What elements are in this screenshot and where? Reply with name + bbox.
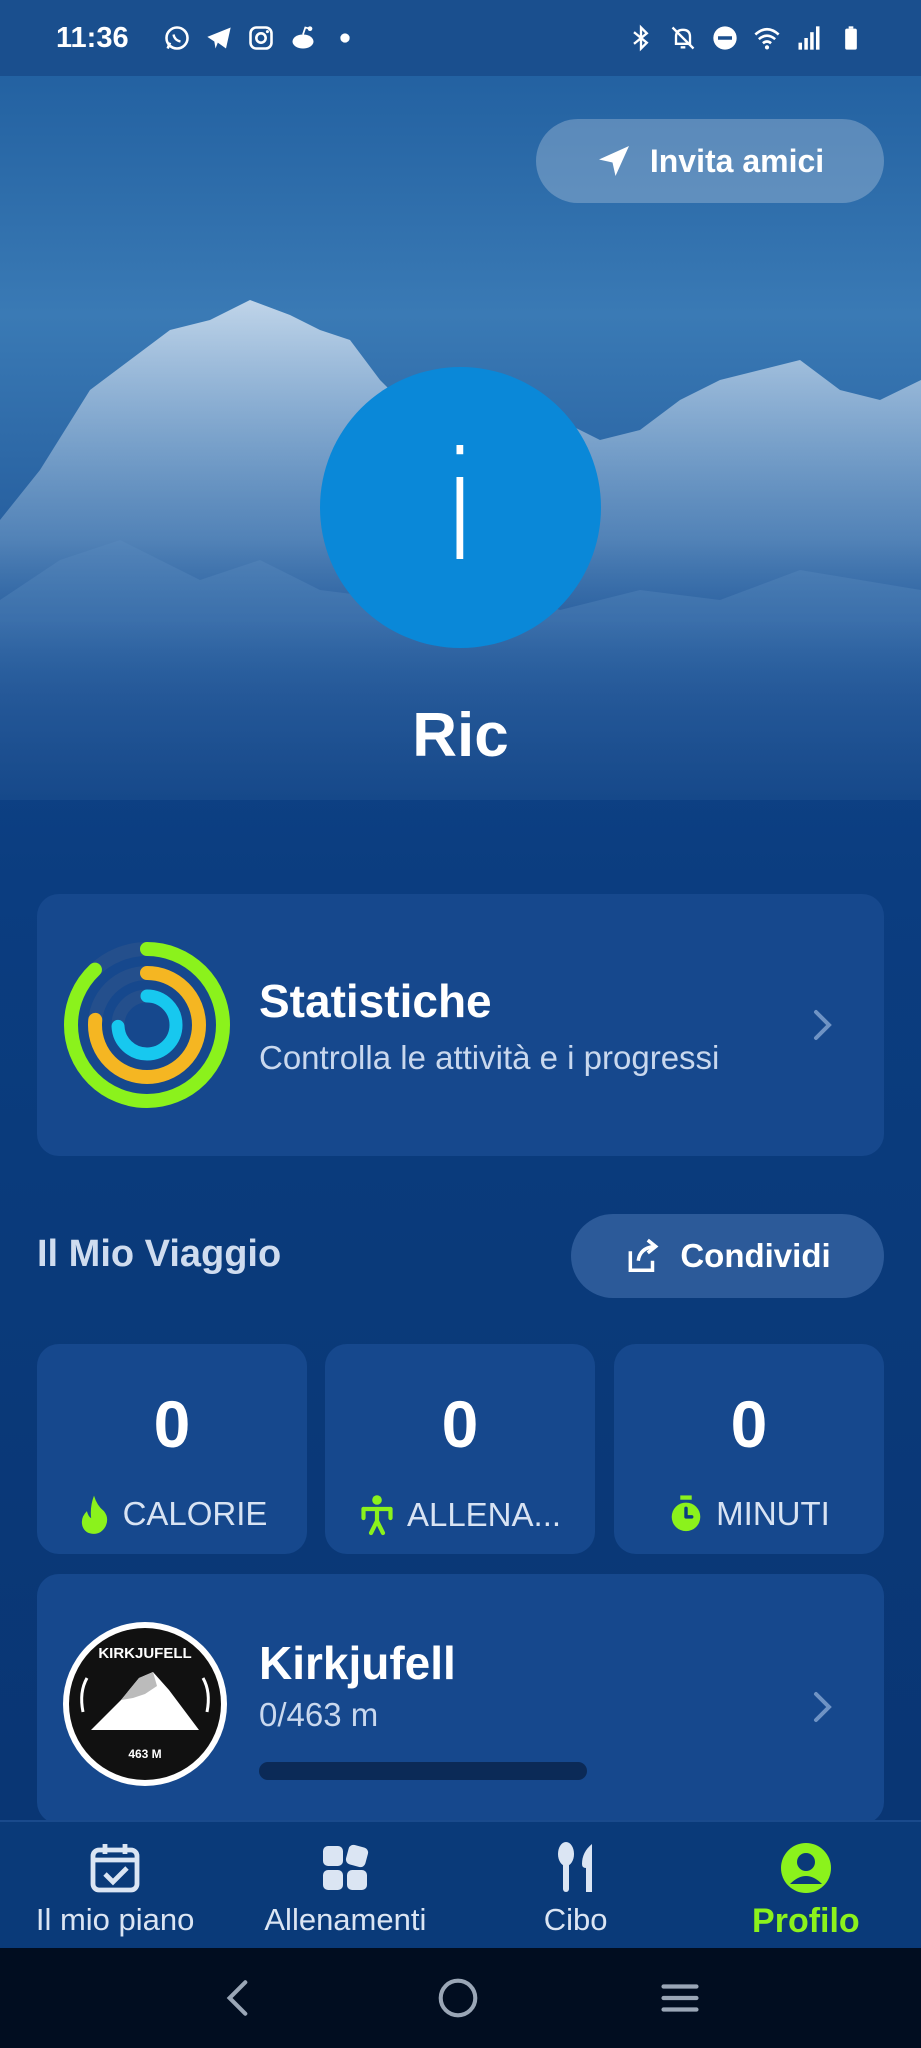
signal-icon [798,26,820,50]
mountain-progress-bar [259,1762,587,1780]
whatsapp-icon [164,26,189,50]
flame-icon [81,1495,107,1534]
nav-label-food: Cibo [543,1902,608,1937]
minutes-label-row: MINUTI [614,1494,884,1534]
nav-item-my-plan[interactable]: Il mio piano [0,1822,230,1948]
telegram-icon [206,27,231,49]
workouts-label: ALLENA... [406,1496,562,1533]
recents-icon[interactable] [657,1978,703,2018]
nav-item-workouts[interactable]: Allenamenti [230,1822,460,1948]
share-label: Condividi [680,1237,831,1274]
minutes-value: 0 [730,1387,768,1461]
badge-top-text: KIRKJUFELL [98,1645,191,1662]
dnd-icon [713,26,737,50]
dot-icon [339,33,350,43]
calories-metric-card: 0 CALORIE [37,1344,307,1554]
invite-friends-button[interactable]: Invita amici [536,119,884,203]
calories-label: CALORIE [122,1495,268,1532]
home-icon[interactable] [436,1976,480,2020]
nav-item-profile[interactable]: Profilo [691,1822,921,1948]
avatar-letter: i [439,420,482,595]
statistics-subtitle: Controlla le attività e i progressi [259,1039,720,1076]
instagram-icon [248,26,273,50]
minutes-metric-card: 0 MINUTI [614,1344,884,1554]
share-button[interactable]: Condividi [571,1214,884,1298]
mountain-progress-text: 0/463 m [259,1696,379,1733]
cutlery-icon [557,1842,592,1892]
calendar-check-icon [90,1844,140,1893]
calories-label-row: CALORIE [37,1494,307,1534]
workouts-metric-card: 0 ALLENA... [325,1344,595,1554]
statistics-title: Statistiche [259,975,492,1027]
reddit-icon [292,26,314,49]
avatar[interactable]: i [320,367,601,648]
user-name: Ric [412,701,509,770]
nav-label-workouts: Allenamenti [264,1902,427,1937]
wifi-icon [754,27,780,50]
mountain-challenge-card[interactable]: KIRKJUFELL 463 M Kirkjufell 0/463 m [37,1574,884,1824]
timer-icon [671,1495,701,1532]
workout-icon [361,1495,393,1536]
calories-value: 0 [153,1387,191,1461]
mountain-title: Kirkjufell [259,1637,456,1689]
user-circle-icon [780,1843,831,1893]
status-bar: 11:36 [0,0,921,76]
bottom-navigation: Il mio piano Allenamenti Cibo Profilo [0,1820,921,1948]
back-icon[interactable] [219,1976,259,2020]
share-icon [628,1238,659,1272]
chevron-right-icon [814,1692,832,1722]
nav-label-my-plan: Il mio piano [35,1902,195,1937]
statistics-card[interactable]: Statistiche Controlla le attività e i pr… [37,894,884,1156]
nav-item-food[interactable]: Cibo [461,1822,691,1948]
invite-friends-label: Invita amici [649,142,825,179]
nav-label-profile: Profilo [752,1902,860,1940]
chevron-right-icon [814,1010,832,1040]
bluetooth-icon [633,24,649,52]
kirkjufell-badge-icon: KIRKJUFELL 463 M [63,1622,227,1786]
grid-icon [323,1844,369,1890]
badge-bottom-text: 463 M [128,1747,161,1761]
workouts-value: 0 [441,1387,479,1461]
journey-section-title: Il Mio Viaggio [37,1233,282,1275]
system-navigation-bar [0,1948,921,2048]
minutes-label: MINUTI [716,1495,830,1532]
battery-icon [845,26,857,50]
status-time: 11:36 [56,21,129,54]
workouts-label-row: ALLENA... [325,1494,595,1536]
send-icon [598,146,629,176]
activity-rings-icon [64,942,230,1108]
bell-off-icon [671,26,695,50]
